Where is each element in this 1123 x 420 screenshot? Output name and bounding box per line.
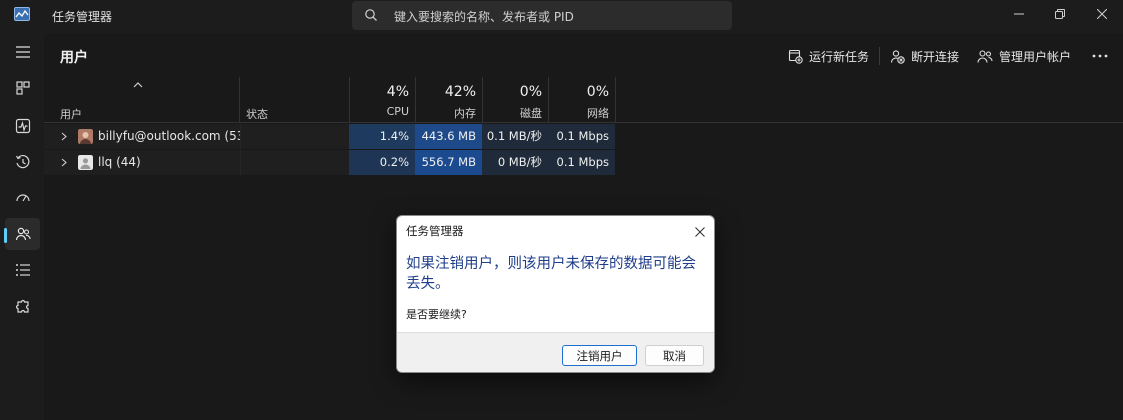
expand-chevron-icon[interactable] bbox=[61, 132, 67, 141]
nav-app-history[interactable] bbox=[5, 146, 40, 178]
user-avatar bbox=[78, 155, 93, 170]
dialog-message: 如果注销用户，则该用户未保存的数据可能会丢失。 bbox=[406, 256, 696, 292]
sort-ascending-icon[interactable] bbox=[132, 81, 144, 89]
table-header: 用户 状态 4% CPU 42% 内存 0% 磁盘 0% 网络 bbox=[44, 77, 1123, 123]
user-name: llq (44) bbox=[98, 155, 141, 169]
disk-total-percent: 0% bbox=[519, 84, 542, 100]
manage-user-accounts-label: 管理用户帐户 bbox=[999, 49, 1072, 64]
network-cell: 0.1 Mbps bbox=[548, 150, 615, 175]
memory-label: 内存 bbox=[454, 107, 476, 120]
minimize-icon bbox=[1014, 13, 1024, 15]
cpu-cell: 1.4% bbox=[349, 124, 415, 149]
disk-label: 磁盘 bbox=[520, 107, 542, 120]
cpu-label: CPU bbox=[386, 105, 409, 118]
services-puzzle-icon bbox=[15, 299, 29, 313]
user-name-cell: llq (44) bbox=[44, 150, 240, 175]
nav-performance[interactable] bbox=[5, 110, 40, 142]
processes-icon bbox=[15, 81, 30, 95]
sidebar bbox=[0, 30, 44, 420]
dialog-footer: 注销用户 取消 bbox=[397, 332, 714, 372]
user-name: billyfu@outlook.com (53) bbox=[98, 129, 250, 143]
table-row[interactable]: llq (44) 0.2% 556.7 MB 0 MB/秒 0.1 Mbps bbox=[44, 150, 615, 175]
cancel-button[interactable]: 取消 bbox=[645, 345, 704, 366]
disk-cell: 0.1 MB/秒 bbox=[482, 124, 548, 149]
column-header-cpu[interactable]: 4% CPU bbox=[349, 77, 415, 123]
toolbar-separator bbox=[879, 47, 880, 65]
nav-users[interactable] bbox=[5, 218, 40, 250]
manage-user-accounts-button[interactable]: 管理用户帐户 bbox=[977, 45, 1071, 67]
window-title: 任务管理器 bbox=[52, 10, 113, 24]
column-header-network[interactable]: 0% 网络 bbox=[548, 77, 615, 123]
task-manager-app-icon bbox=[14, 7, 30, 21]
expand-chevron-icon[interactable] bbox=[61, 158, 67, 167]
disconnect-user-icon bbox=[890, 49, 905, 64]
disconnect-label: 断开连接 bbox=[911, 49, 960, 64]
cpu-total-percent: 4% bbox=[386, 84, 409, 100]
search-input[interactable]: 键入要搜索的名称、发布者或 PID bbox=[394, 8, 574, 25]
restore-button[interactable] bbox=[1039, 0, 1081, 28]
dialog-title: 任务管理器 bbox=[406, 224, 464, 238]
restore-icon bbox=[1055, 9, 1065, 19]
column-header-disk[interactable]: 0% 磁盘 bbox=[482, 77, 548, 123]
nav-processes[interactable] bbox=[5, 72, 40, 104]
more-options-button[interactable] bbox=[1092, 45, 1108, 67]
column-header-name[interactable]: 用户 bbox=[60, 106, 82, 122]
title-bar: 任务管理器 键入要搜索的名称、发布者或 PID bbox=[0, 0, 1123, 30]
status-cell bbox=[240, 150, 349, 175]
network-total-percent: 0% bbox=[586, 84, 609, 100]
hamburger-menu-button[interactable] bbox=[5, 36, 40, 68]
search-box[interactable]: 键入要搜索的名称、发布者或 PID bbox=[352, 1, 732, 30]
user-name-cell: billyfu@outlook.com (53) bbox=[44, 124, 249, 149]
user-avatar bbox=[78, 129, 93, 144]
more-dots-icon bbox=[1092, 54, 1108, 58]
sign-out-user-button[interactable]: 注销用户 bbox=[562, 345, 637, 366]
hamburger-icon bbox=[15, 46, 30, 58]
details-list-icon bbox=[15, 264, 30, 276]
close-window-button[interactable] bbox=[1081, 0, 1123, 28]
history-icon bbox=[15, 154, 29, 169]
close-icon bbox=[695, 227, 705, 237]
search-icon bbox=[365, 9, 377, 21]
nav-services[interactable] bbox=[5, 291, 40, 323]
column-divider bbox=[239, 77, 240, 123]
memory-total-percent: 42% bbox=[444, 84, 476, 100]
network-label: 网络 bbox=[587, 107, 609, 120]
dialog-question: 是否要继续? bbox=[406, 308, 467, 321]
active-nav-indicator bbox=[4, 228, 7, 243]
sign-out-confirm-dialog: 任务管理器 如果注销用户，则该用户未保存的数据可能会丢失。 是否要继续? 注销用… bbox=[396, 215, 715, 373]
performance-icon bbox=[15, 118, 30, 134]
cpu-cell: 0.2% bbox=[349, 150, 415, 175]
status-cell bbox=[240, 124, 349, 149]
disk-cell: 0 MB/秒 bbox=[482, 150, 548, 175]
page-title: 用户 bbox=[60, 50, 88, 66]
network-cell: 0.1 Mbps bbox=[548, 124, 615, 149]
manage-users-icon bbox=[977, 49, 993, 63]
column-divider bbox=[615, 77, 616, 123]
column-header-memory[interactable]: 42% 内存 bbox=[415, 77, 482, 123]
minimize-button[interactable] bbox=[998, 0, 1040, 28]
nav-details[interactable] bbox=[5, 254, 40, 286]
column-header-status[interactable]: 状态 bbox=[246, 106, 268, 122]
run-new-task-label: 运行新任务 bbox=[809, 49, 870, 64]
close-icon bbox=[1097, 9, 1107, 19]
memory-cell: 443.6 MB bbox=[415, 124, 482, 149]
table-row[interactable]: billyfu@outlook.com (53) 1.4% 443.6 MB 0… bbox=[44, 124, 615, 149]
startup-gauge-icon bbox=[15, 194, 30, 202]
nav-startup-apps[interactable] bbox=[5, 182, 40, 214]
dialog-close-button[interactable] bbox=[689, 221, 711, 243]
run-new-task-button[interactable]: 运行新任务 bbox=[788, 45, 869, 67]
memory-cell: 556.7 MB bbox=[415, 150, 482, 175]
run-task-icon bbox=[788, 49, 803, 64]
users-icon bbox=[15, 227, 31, 241]
disconnect-button[interactable]: 断开连接 bbox=[890, 45, 959, 67]
